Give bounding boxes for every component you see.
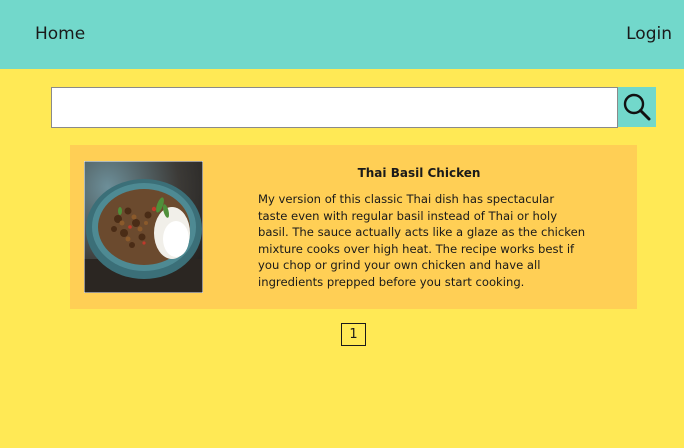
navbar: Home Login <box>0 0 684 69</box>
nav-login-link[interactable]: Login <box>626 24 672 44</box>
recipe-card[interactable]: Thai Basil Chicken My version of this cl… <box>70 145 637 309</box>
nav-home-link[interactable]: Home <box>35 24 85 44</box>
recipe-title[interactable]: Thai Basil Chicken <box>258 166 580 180</box>
search-button[interactable] <box>618 87 656 127</box>
recipe-description: My version of this classic Thai dish has… <box>258 192 586 289</box>
search-input[interactable] <box>51 87 618 128</box>
recipe-image[interactable] <box>84 161 203 293</box>
pagination-page-button[interactable]: 1 <box>341 323 366 346</box>
search-icon <box>623 93 651 121</box>
